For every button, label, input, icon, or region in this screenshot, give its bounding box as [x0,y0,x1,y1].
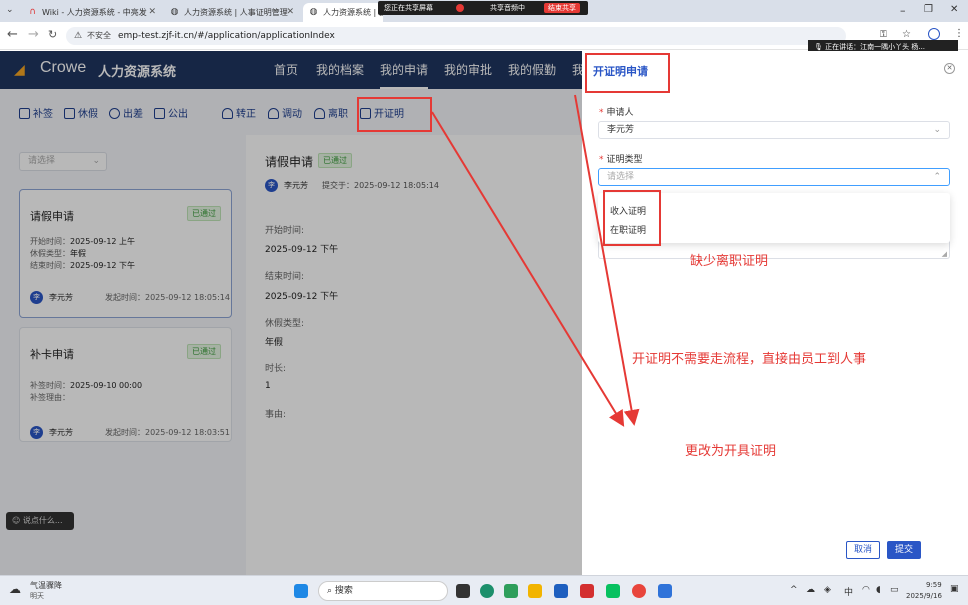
clock-date[interactable]: 2025/9/16 [906,592,942,600]
windows-start-icon[interactable] [294,584,308,598]
folder-icon[interactable] [528,584,542,598]
tray-app-icon[interactable]: ☁ [806,585,815,595]
feishu-icon[interactable] [658,584,672,598]
chrome-icon[interactable] [632,584,646,598]
tray-network-app-icon[interactable]: ◈ [824,585,831,595]
weather-icon: ☁ [9,582,21,596]
wps-icon[interactable] [580,584,594,598]
taskbar-search[interactable]: ⌕ 搜索 [318,581,448,601]
task-view-icon[interactable] [456,584,470,598]
weather-text[interactable]: 气温骤降 [30,580,62,591]
wechat-icon[interactable] [606,584,620,598]
annotation-arrows [431,94,640,427]
search-label: 搜索 [334,586,353,596]
weather-sub: 明天 [30,592,44,600]
tray-chevron-up-icon[interactable]: ^ [790,585,798,595]
notification-icon[interactable]: ▣ [950,584,959,594]
search-icon: ⌕ [327,586,333,596]
mail-icon[interactable] [504,584,518,598]
arrow-line [431,111,625,427]
battery-icon[interactable]: ▭ [890,585,899,595]
ime-indicator[interactable]: 中 [844,585,853,598]
volume-icon[interactable]: ◖ [876,585,881,595]
edge-icon[interactable] [480,584,494,598]
word-icon[interactable] [554,584,568,598]
clock-time[interactable]: 9:59 [926,581,942,589]
arrow-line [574,94,640,426]
taskbar: ☁ 气温骤降 明天 ⌕ 搜索 ^ ☁ ◈ 中 ◠ ◖ ▭ 9:59 2025/9… [0,575,968,605]
wifi-icon[interactable]: ◠ [862,585,870,595]
